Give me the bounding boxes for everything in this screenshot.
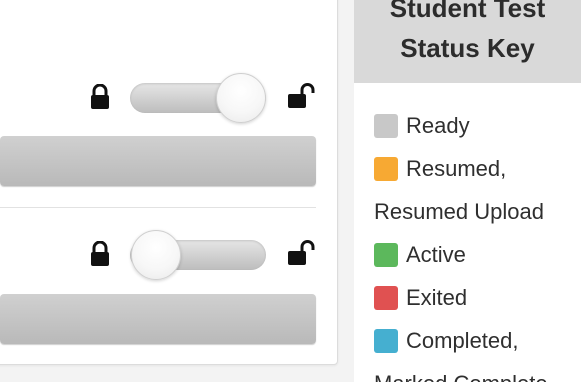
status-key-panel: Student Test Status Key Ready Resumed, R… bbox=[354, 0, 581, 382]
lock-icon bbox=[91, 84, 109, 109]
unlock-icon bbox=[288, 240, 315, 265]
active-swatch bbox=[374, 243, 398, 267]
student-row-bar[interactable] bbox=[0, 136, 316, 186]
lock-toggle-knob[interactable] bbox=[131, 230, 181, 280]
legend-label-continuation: Resumed Upload bbox=[374, 199, 544, 224]
lock-toggle-knob[interactable] bbox=[216, 73, 266, 123]
legend-label: Exited bbox=[406, 285, 468, 310]
resumed-swatch bbox=[374, 157, 398, 181]
status-key-title-line2: Status Key bbox=[400, 33, 535, 63]
legend-label: Active bbox=[406, 242, 466, 267]
lock-icon bbox=[91, 241, 109, 266]
unlock-icon bbox=[288, 83, 315, 108]
legend-label: Ready bbox=[406, 113, 470, 138]
ready-swatch bbox=[374, 114, 398, 138]
exited-swatch bbox=[374, 286, 398, 310]
screen: Student Test Status Key Ready Resumed, R… bbox=[0, 0, 581, 382]
legend-label: Completed, bbox=[406, 328, 519, 353]
legend-label: Resumed, bbox=[406, 156, 507, 181]
status-key-title-line1: Student Test bbox=[389, 0, 546, 23]
student-row-bar[interactable] bbox=[0, 294, 316, 344]
completed-swatch bbox=[374, 329, 398, 353]
legend-label-continuation: Marked Complete bbox=[374, 369, 548, 382]
status-key-header: Student Test Status Key bbox=[354, 0, 581, 83]
row-divider bbox=[0, 207, 316, 208]
